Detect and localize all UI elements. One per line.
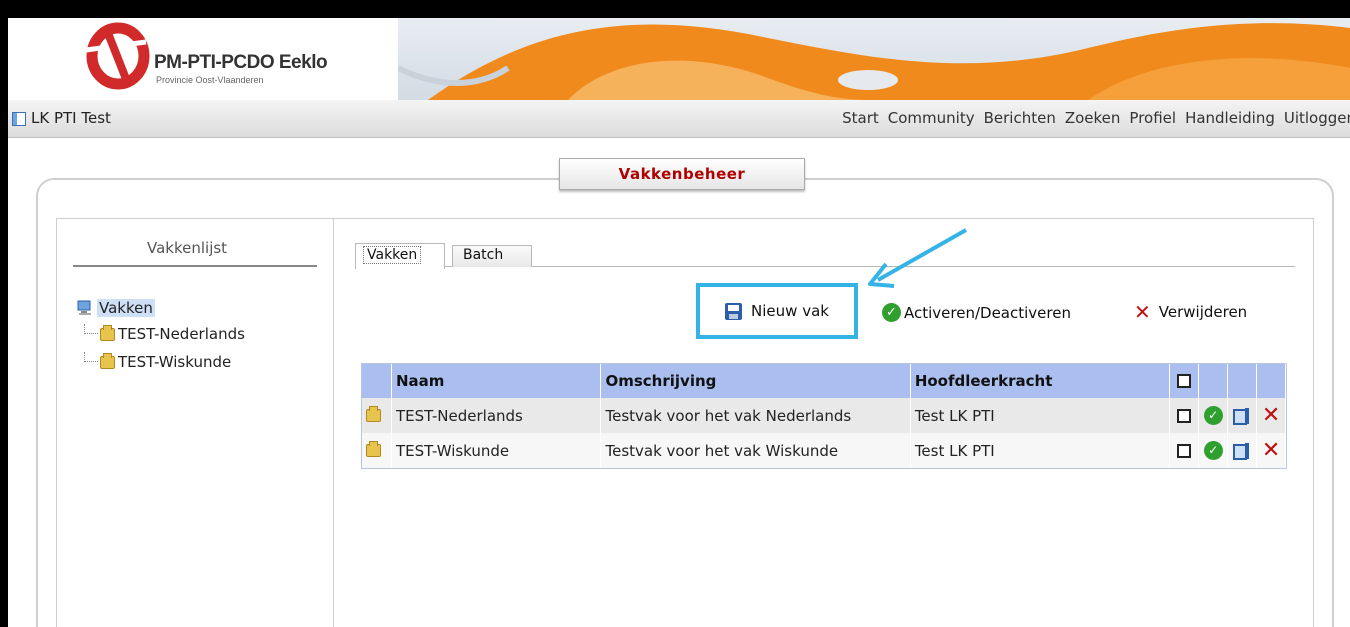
cell-hoofdleerkracht: Test LK PTI <box>911 433 1171 468</box>
tree-connector <box>84 324 98 334</box>
logo[interactable]: PM-PTI-PCDO Eeklo Provincie Oost-Vlaande… <box>8 18 398 100</box>
row-checkbox[interactable] <box>1177 443 1192 458</box>
tab-batch[interactable]: Batch <box>452 245 532 267</box>
folder-icon <box>100 324 115 341</box>
row-edit-cell <box>1228 398 1258 433</box>
row-select-cell <box>1170 398 1200 433</box>
computer-icon <box>77 300 91 315</box>
app-icon <box>12 112 26 126</box>
nav-link-profiel[interactable]: Profiel <box>1129 109 1176 127</box>
nav-link-community[interactable]: Community <box>888 109 975 127</box>
tree-item-label: TEST-Wiskunde <box>118 353 232 371</box>
tree-connector <box>84 352 98 362</box>
row-delete-cell: ✕ <box>1257 433 1286 468</box>
save-icon <box>725 302 743 320</box>
row-select-cell <box>1170 433 1200 468</box>
edit-monitor-icon[interactable] <box>1233 407 1251 425</box>
nav-link-berichten[interactable]: Berichten <box>984 109 1056 127</box>
header-omschrijving[interactable]: Omschrijving <box>601 364 911 398</box>
new-subject-label: Nieuw vak <box>751 302 829 320</box>
table-header-row: Naam Omschrijving Hoofdleerkracht <box>362 364 1286 398</box>
tab-bar: Vakken Batch <box>355 241 1295 269</box>
column-divider <box>333 219 334 627</box>
nav-links: Start Community Berichten Zoeken Profiel… <box>842 109 1350 127</box>
row-edit-cell <box>1228 433 1258 468</box>
screenshot-frame: PM-PTI-PCDO Eeklo Provincie Oost-Vlaande… <box>0 0 1350 627</box>
nav-bar: LK PTI Test Start Community Berichten Zo… <box>8 100 1350 138</box>
new-subject-button[interactable]: Nieuw vak <box>696 283 858 339</box>
tree-root-label: Vakken <box>97 299 155 317</box>
row-icon-cell <box>362 398 392 433</box>
activate-label: Activeren/Deactiveren <box>904 303 1071 322</box>
page: PM-PTI-PCDO Eeklo Provincie Oost-Vlaande… <box>8 18 1350 627</box>
header-empty-cell <box>1228 364 1258 398</box>
delete-label: Verwijderen <box>1158 303 1248 321</box>
header-naam[interactable]: Naam <box>392 364 602 398</box>
nav-link-uitloggen[interactable]: Uitloggen <box>1284 109 1350 127</box>
activate-check-icon[interactable]: ✓ <box>1203 406 1223 425</box>
tree-title: Vakkenlijst <box>147 239 228 257</box>
tree-item-test-nederlands[interactable]: TEST-Nederlands <box>84 324 245 343</box>
cell-omschrijving: Testvak voor het vak Wiskunde <box>601 433 911 468</box>
annotation-arrow-icon <box>868 228 967 288</box>
page-title: Vakkenbeheer <box>559 158 805 190</box>
subjects-table: Naam Omschrijving Hoofdleerkracht TEST-N… <box>361 363 1287 469</box>
row-delete-cell: ✕ <box>1257 398 1286 433</box>
header-icon-cell <box>362 364 392 398</box>
nav-link-zoeken[interactable]: Zoeken <box>1065 109 1121 127</box>
folder-icon <box>100 352 115 369</box>
tree-item-test-wiskunde[interactable]: TEST-Wiskunde <box>84 352 232 371</box>
table-row[interactable]: TEST-Nederlands Testvak voor het vak Ned… <box>362 398 1286 433</box>
tab-vakken[interactable]: Vakken <box>355 243 445 269</box>
delete-button[interactable]: ✕ Verwijderen <box>1134 300 1248 324</box>
folder-icon <box>366 441 381 457</box>
cell-naam[interactable]: TEST-Nederlands <box>392 398 602 433</box>
delete-x-icon[interactable]: ✕ <box>1262 403 1280 428</box>
folder-icon <box>366 406 381 422</box>
cell-hoofdleerkracht: Test LK PTI <box>911 398 1171 433</box>
logo-mark-icon <box>85 22 150 90</box>
row-icon-cell <box>362 433 392 468</box>
row-checkbox[interactable] <box>1177 408 1192 423</box>
header-banner: PM-PTI-PCDO Eeklo Provincie Oost-Vlaande… <box>8 18 1350 100</box>
tree-root-vakken[interactable]: Vakken <box>77 299 155 317</box>
logo-subtitle: Provincie Oost-Vlaanderen <box>156 75 264 85</box>
row-activate-cell: ✓ <box>1199 398 1229 433</box>
cell-naam[interactable]: TEST-Wiskunde <box>392 433 602 468</box>
logo-title: PM-PTI-PCDO Eeklo <box>154 52 328 73</box>
tab-vakken-label: Vakken <box>363 246 422 264</box>
tab-batch-label: Batch <box>463 247 504 263</box>
header-select-cell <box>1170 364 1200 398</box>
edit-monitor-icon[interactable] <box>1233 442 1251 460</box>
delete-x-icon[interactable]: ✕ <box>1262 438 1280 463</box>
header-hoofdleerkracht[interactable]: Hoofdleerkracht <box>911 364 1171 398</box>
tree-item-label: TEST-Nederlands <box>118 325 245 343</box>
app-title: LK PTI Test <box>31 109 111 127</box>
nav-link-handleiding[interactable]: Handleiding <box>1185 109 1275 127</box>
header-empty-cell <box>1199 364 1229 398</box>
header-empty-cell <box>1257 364 1286 398</box>
tree-title-underline <box>73 265 317 267</box>
content-box: Vakkenlijst Vakken TEST-Nederlands TEST-… <box>56 218 1314 627</box>
activate-check-icon[interactable]: ✓ <box>1203 441 1223 460</box>
nav-link-start[interactable]: Start <box>842 109 879 127</box>
select-all-checkbox[interactable] <box>1177 374 1192 388</box>
check-icon: ✓ <box>882 303 901 322</box>
table-row[interactable]: TEST-Wiskunde Testvak voor het vak Wisku… <box>362 433 1286 468</box>
row-activate-cell: ✓ <box>1199 433 1229 468</box>
cell-omschrijving: Testvak voor het vak Nederlands <box>601 398 911 433</box>
delete-icon: ✕ <box>1134 300 1151 324</box>
activate-deactivate-button[interactable]: ✓ Activeren/Deactiveren <box>882 303 1071 322</box>
